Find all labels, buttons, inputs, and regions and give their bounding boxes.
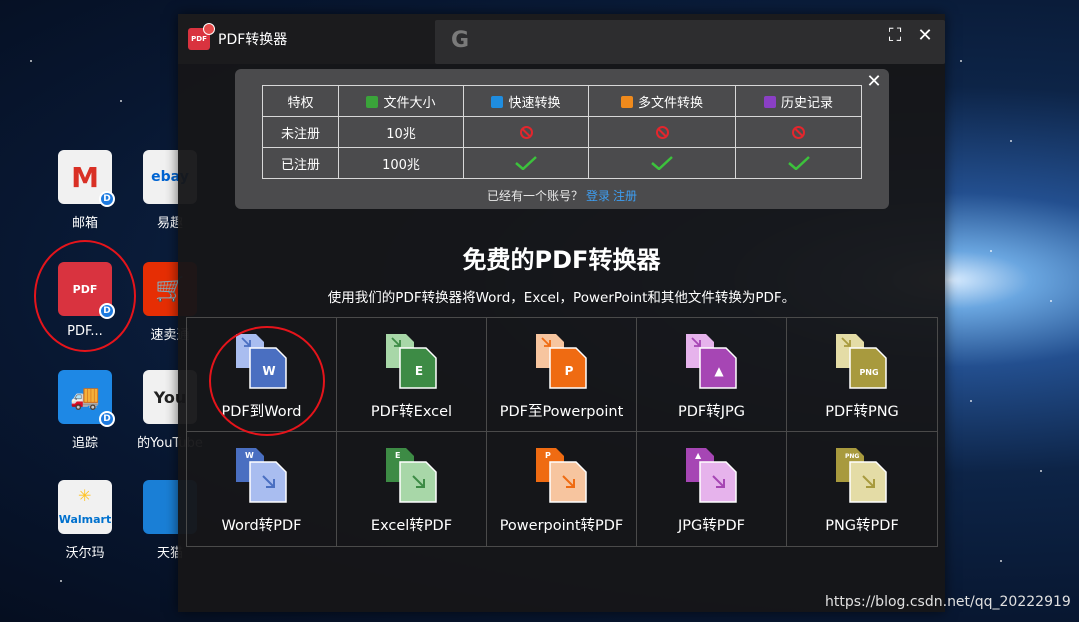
desktop-icon-tracking[interactable]: 🚚 D 追踪 (45, 370, 125, 451)
truck-icon: 🚚 D (58, 370, 115, 427)
not-allowed-icon (519, 125, 533, 139)
multi-file-icon (620, 95, 633, 108)
pdf-to-png-icon: PNG (836, 334, 887, 389)
svg-text:E: E (414, 364, 422, 378)
tool-label: PNG转PDF (825, 518, 899, 534)
google-icon: G (451, 28, 470, 53)
png-to-pdf-icon: PNG (836, 448, 887, 503)
tool-pdf-to-word[interactable]: W PDF到Word (187, 318, 337, 432)
pdf-to-word-icon: W (235, 334, 287, 389)
table-row: 已注册 100兆 (262, 147, 862, 179)
desktop-icon-pdf[interactable]: PDF D PDF... (45, 262, 125, 339)
svg-text:P: P (545, 451, 551, 460)
not-allowed-icon (792, 125, 805, 139)
tool-label: JPG转PDF (677, 518, 745, 534)
check-icon (515, 156, 537, 170)
table-row: 未注册 10兆 (262, 116, 862, 148)
tool-label: PDF到Word (221, 404, 302, 420)
window-titlebar: PDF PDF转换器 G ⛶ ✕ (178, 14, 945, 64)
popup-close-icon[interactable]: ✕ (865, 73, 883, 91)
tool-excel-to-pdf[interactable]: E Excel转PDF (337, 432, 487, 546)
tool-pdf-to-png[interactable]: PNG PDF转PNG (787, 318, 937, 432)
jpg-to-pdf-icon: ▲ (685, 448, 737, 503)
pdf-to-powerpoint-icon: P (535, 334, 587, 389)
walmart-icon: Walmart ✳ (58, 480, 112, 534)
privilege-popup: ✕ 特权 文件大小 快速转换 多文件转换 历史记录 未注册 10兆 已注册 10… (235, 69, 889, 209)
excel-to-pdf-icon: E (385, 448, 437, 503)
tool-pdf-to-jpg[interactable]: ▲ PDF转JPG (637, 318, 787, 432)
pdf-app-icon: PDF D (58, 262, 115, 319)
tool-jpg-to-pdf[interactable]: ▲ JPG转PDF (637, 432, 787, 546)
background-search-bar: G (435, 20, 945, 64)
check-icon (787, 156, 810, 170)
powerpoint-to-pdf-icon: P (535, 448, 587, 503)
app-logo-icon: PDF (188, 23, 215, 50)
tool-pdf-to-powerpoint[interactable]: P PDF至Powerpoint (487, 318, 637, 432)
svg-text:▲: ▲ (695, 451, 702, 460)
pdf-converter-window: PDF PDF转换器 G ⛶ ✕ ✕ 特权 文件大小 快速转换 多文件转换 历史… (178, 14, 945, 612)
tool-grid: W PDF到Word E PDF转Excel P PDF至Powerpoint … (186, 317, 938, 547)
window-title: PDF转换器 (218, 32, 288, 48)
column-header: 特权 (262, 85, 339, 117)
tool-label: PDF转JPG (677, 404, 745, 420)
column-header: 快速转换 (463, 85, 589, 117)
close-icon[interactable]: ✕ (915, 26, 935, 46)
page-subtitle: 使用我们的PDF转换器将Word，Excel，PowerPoint和其他文件转换… (327, 290, 796, 306)
svg-text:PNG: PNG (859, 368, 878, 377)
tool-powerpoint-to-pdf[interactable]: P Powerpoint转PDF (487, 432, 637, 546)
badge-icon: D (99, 411, 115, 427)
tool-word-to-pdf[interactable]: W Word转PDF (187, 432, 337, 546)
desktop-icon-label: 追踪 (71, 436, 98, 451)
desktop-icon-label: 邮箱 (71, 216, 98, 231)
svg-text:W: W (262, 364, 275, 378)
file-size-icon (366, 95, 379, 108)
tool-png-to-pdf[interactable]: PNG PNG转PDF (787, 432, 937, 546)
table-header-row: 特权 文件大小 快速转换 多文件转换 历史记录 (262, 85, 862, 117)
privilege-table: 特权 文件大小 快速转换 多文件转换 历史记录 未注册 10兆 已注册 100兆 (262, 85, 862, 179)
desktop-icon-walmart[interactable]: Walmart ✳ 沃尔玛 (45, 480, 125, 561)
register-link[interactable]: 注册 (613, 189, 637, 203)
size-value: 10兆 (338, 116, 464, 148)
pdf-to-jpg-icon: ▲ (685, 334, 737, 389)
watermark: https://blog.csdn.net/qq_20222919 (825, 594, 1071, 610)
not-allowed-icon (655, 125, 669, 139)
word-to-pdf-icon: W (235, 448, 287, 503)
history-icon (763, 95, 776, 108)
desktop-icon-label: PDF... (67, 324, 103, 339)
tool-label: Word转PDF (221, 518, 302, 534)
rocket-icon (491, 95, 504, 108)
svg-text:W: W (245, 451, 254, 460)
svg-text:PNG: PNG (845, 453, 859, 460)
expand-icon[interactable]: ⛶ (885, 26, 905, 46)
column-header: 文件大小 (338, 85, 464, 117)
badge-icon: D (99, 191, 115, 207)
tool-pdf-to-excel[interactable]: E PDF转Excel (337, 318, 487, 432)
column-header: 多文件转换 (588, 85, 736, 117)
account-prompt: 已经有一个账号？ 登录 注册 (486, 189, 638, 203)
tool-label: Powerpoint转PDF (499, 518, 624, 534)
tool-label: PDF至Powerpoint (499, 404, 624, 420)
svg-text:▲: ▲ (714, 364, 724, 378)
mail-icon: M D (58, 150, 115, 207)
tool-label: PDF转Excel (370, 404, 453, 420)
page-title: 免费的PDF转换器 (462, 246, 661, 274)
row-label: 未注册 (262, 116, 339, 148)
tool-label: Excel转PDF (370, 518, 453, 534)
pdf-to-excel-icon: E (385, 334, 437, 389)
svg-text:E: E (395, 451, 400, 460)
login-link[interactable]: 登录 (586, 189, 610, 203)
desktop-icon-mail[interactable]: M D 邮箱 (45, 150, 125, 231)
tool-label: PDF转PNG (825, 404, 899, 420)
badge-icon: D (99, 303, 115, 319)
check-icon (651, 156, 673, 170)
desktop-icon-label: 沃尔玛 (65, 546, 105, 561)
row-label: 已注册 (262, 147, 339, 179)
column-header: 历史记录 (735, 85, 862, 117)
size-value: 100兆 (338, 147, 464, 179)
svg-text:P: P (564, 364, 573, 378)
